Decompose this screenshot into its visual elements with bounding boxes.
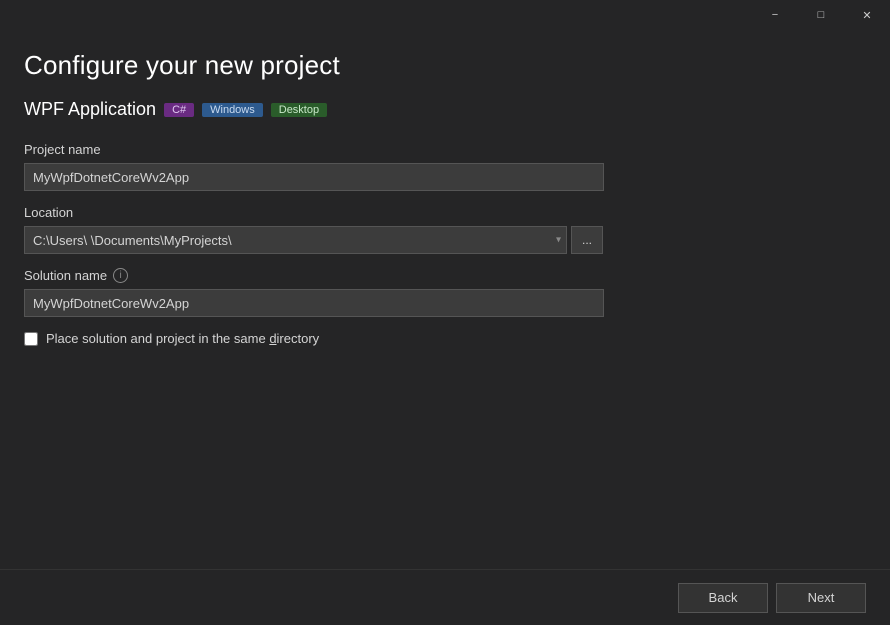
back-button[interactable]: Back	[678, 583, 768, 613]
dialog-body: Configure your new project WPF Applicati…	[0, 30, 890, 569]
title-bar: − □ ✕	[0, 0, 890, 30]
project-name-label: Project name	[24, 142, 866, 157]
minimize-button[interactable]: −	[752, 0, 798, 30]
app-name-label: WPF Application	[24, 99, 156, 120]
page-title: Configure your new project	[24, 50, 866, 81]
solution-name-input[interactable]	[24, 289, 604, 317]
location-label: Location	[24, 205, 866, 220]
solution-name-label-row: Solution name i	[24, 268, 866, 283]
directory-underline: d	[269, 331, 276, 346]
solution-name-group: Solution name i	[24, 268, 866, 317]
dialog-footer: Back Next	[0, 569, 890, 625]
dialog-window: − □ ✕ Configure your new project WPF App…	[0, 0, 890, 625]
browse-button[interactable]: ...	[571, 226, 603, 254]
same-directory-row: Place solution and project in the same d…	[24, 331, 866, 346]
solution-name-label: Solution name	[24, 268, 107, 283]
location-select[interactable]: C:\Users\ \Documents\MyProjects\	[24, 226, 567, 254]
app-name-row: WPF Application C# Windows Desktop	[24, 99, 866, 120]
tag-csharp: C#	[164, 103, 194, 117]
project-name-input[interactable]	[24, 163, 604, 191]
info-icon[interactable]: i	[113, 268, 128, 283]
same-directory-label[interactable]: Place solution and project in the same d…	[46, 331, 319, 346]
project-name-group: Project name	[24, 142, 866, 191]
next-button[interactable]: Next	[776, 583, 866, 613]
same-directory-checkbox[interactable]	[24, 332, 38, 346]
close-button[interactable]: ✕	[844, 0, 890, 30]
tag-windows: Windows	[202, 103, 263, 117]
tag-desktop: Desktop	[271, 103, 327, 117]
location-row: C:\Users\ \Documents\MyProjects\ ▾ ...	[24, 226, 866, 254]
location-select-wrapper: C:\Users\ \Documents\MyProjects\ ▾	[24, 226, 567, 254]
maximize-button[interactable]: □	[798, 0, 844, 30]
location-group: Location C:\Users\ \Documents\MyProjects…	[24, 205, 866, 254]
